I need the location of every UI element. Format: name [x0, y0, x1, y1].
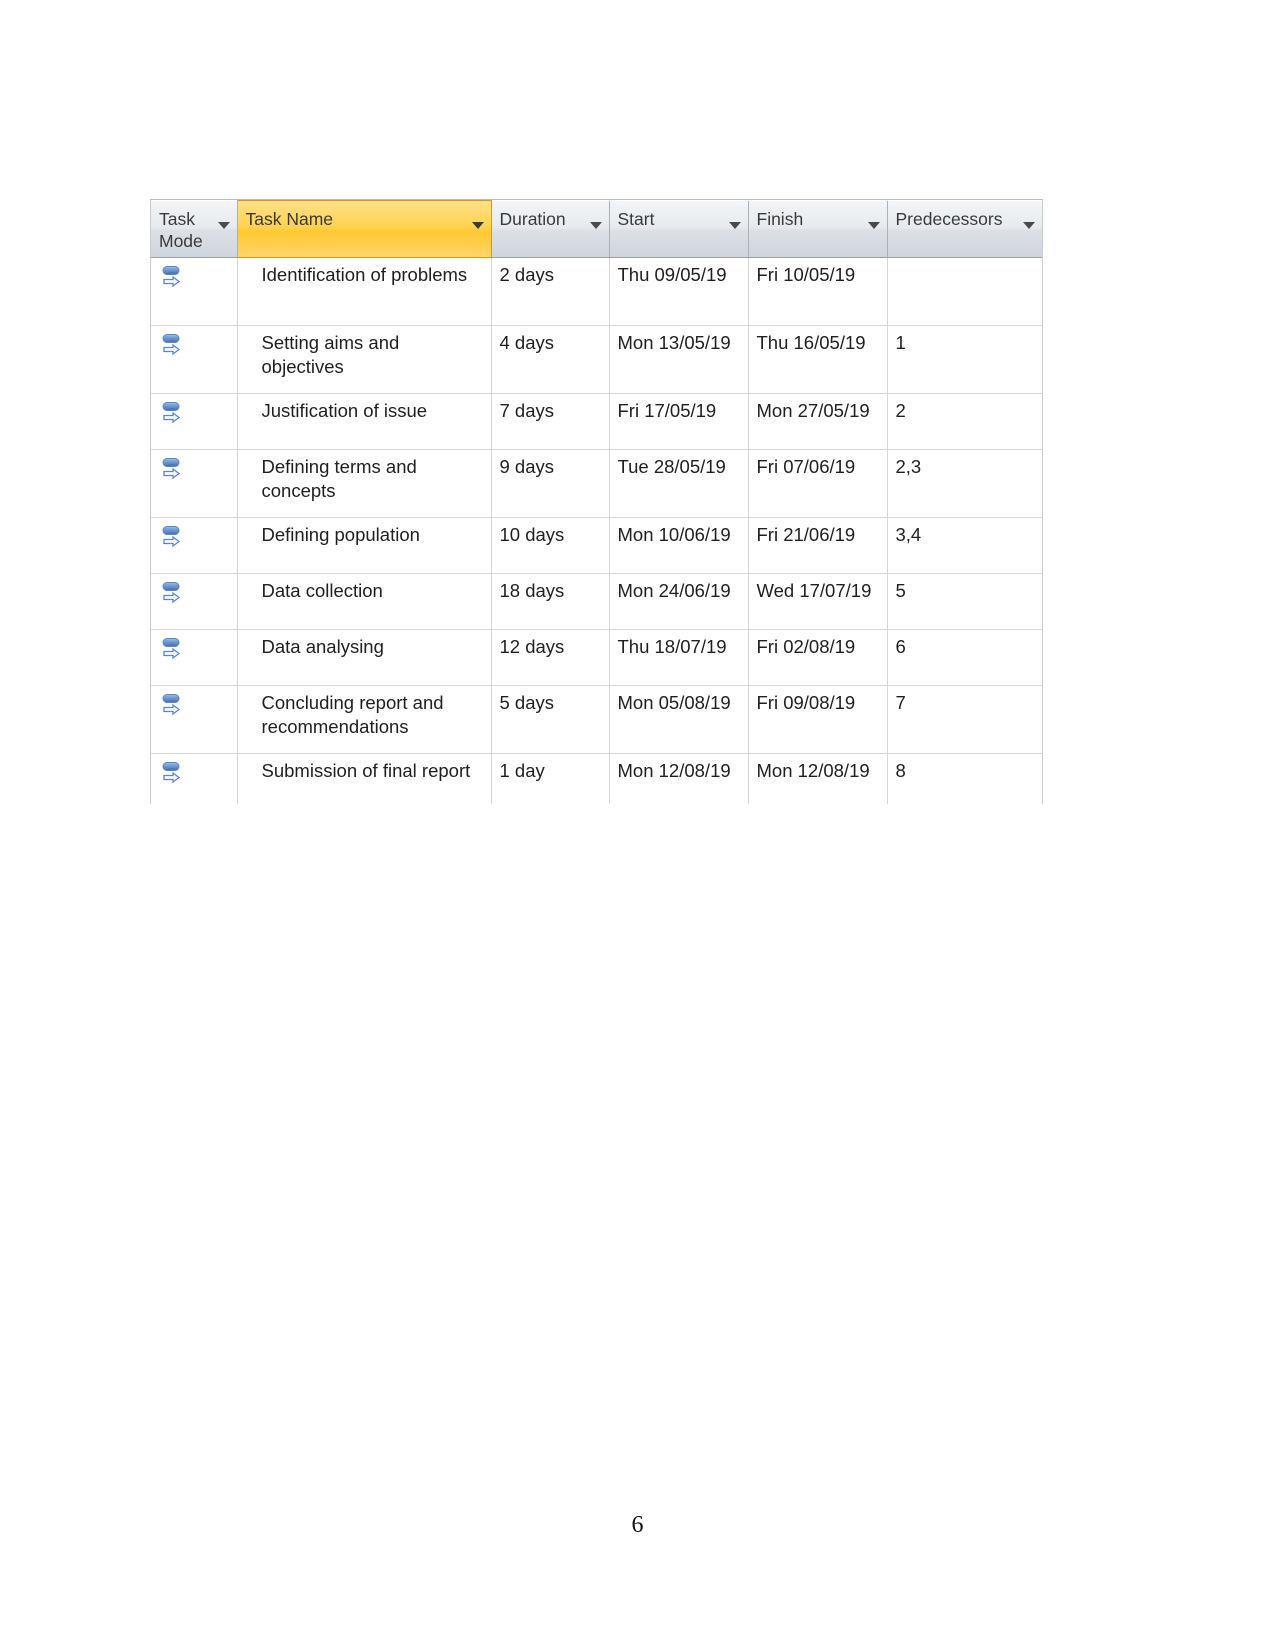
cell-predecessors[interactable]: 6	[887, 629, 1042, 686]
column-header-label: Predecessors	[895, 208, 1003, 229]
cell-task-mode[interactable]	[151, 629, 238, 686]
filter-dropdown-arrow-icon[interactable]	[217, 221, 230, 229]
table-row[interactable]: Identification of problems 2 days Thu 09/0…	[151, 257, 1042, 326]
cell-task-mode[interactable]	[151, 685, 238, 754]
column-header-start[interactable]: Start	[609, 200, 749, 258]
project-task-table-figure: Task Mode Task Name Duration Start Finish Pre…	[150, 199, 1043, 804]
page-number: 6	[631, 1512, 644, 1538]
cell-task-mode[interactable]	[151, 517, 238, 574]
cell-finish[interactable]: Fri 07/06/19	[748, 449, 888, 518]
cell-finish[interactable]: Thu 16/05/19	[748, 325, 888, 394]
table-row[interactable]: Data collection 18 days Mon 24/06/19 Wed 17…	[151, 573, 1042, 630]
cell-start[interactable]: Mon 05/08/19	[609, 685, 749, 754]
cell-duration[interactable]: 18 days	[491, 573, 610, 630]
cell-predecessors[interactable]: 7	[887, 685, 1042, 754]
table-body: Identification of problems 2 days Thu 09/0…	[151, 257, 1042, 804]
cell-task-name[interactable]: Submission of final report	[237, 753, 492, 804]
cell-predecessors[interactable]: 2,3	[887, 449, 1042, 518]
cell-predecessors[interactable]: 5	[887, 573, 1042, 630]
cell-task-name[interactable]: Defining population	[237, 517, 492, 574]
cell-task-mode[interactable]	[151, 573, 238, 630]
cell-predecessors[interactable]: 3,4	[887, 517, 1042, 574]
cell-duration[interactable]: 7 days	[491, 393, 610, 450]
cell-start[interactable]: Mon 12/08/19	[609, 753, 749, 804]
cell-duration[interactable]: 1 day	[491, 753, 610, 804]
cell-predecessors[interactable]	[887, 257, 1042, 326]
table-row[interactable]: Justification of issue 7 days Fri 17/05/19…	[151, 393, 1042, 450]
column-header-finish[interactable]: Finish	[748, 200, 888, 258]
column-header-label: Task Mode	[159, 208, 203, 251]
cell-finish[interactable]: Mon 12/08/19	[748, 753, 888, 804]
column-header-label: Start	[617, 208, 655, 229]
cell-start[interactable]: Thu 18/07/19	[609, 629, 749, 686]
cell-predecessors[interactable]: 1	[887, 325, 1042, 394]
column-header-label: Finish	[756, 208, 804, 229]
column-header-task_mode[interactable]: Task Mode	[151, 200, 238, 258]
table-row[interactable]: Defining terms and concepts 9 days Tue 28/…	[151, 449, 1042, 518]
column-header-predecessors[interactable]: Predecessors	[887, 200, 1042, 258]
cell-finish[interactable]: Fri 10/05/19	[748, 257, 888, 326]
table-row[interactable]: Submission of final report 1 day Mon 12/08…	[151, 753, 1042, 804]
cell-start[interactable]: Thu 09/05/19	[609, 257, 749, 326]
cell-finish[interactable]: Fri 21/06/19	[748, 517, 888, 574]
cell-start[interactable]: Mon 10/06/19	[609, 517, 749, 574]
cell-duration[interactable]: 9 days	[491, 449, 610, 518]
cell-task-name[interactable]: Justification of issue	[237, 393, 492, 450]
cell-start[interactable]: Mon 24/06/19	[609, 573, 749, 630]
cell-finish[interactable]: Mon 27/05/19	[748, 393, 888, 450]
auto-scheduled-icon	[151, 579, 237, 609]
cell-start[interactable]: Tue 28/05/19	[609, 449, 749, 518]
auto-scheduled-icon	[151, 331, 237, 361]
cell-task-name[interactable]: Data analysing	[237, 629, 492, 686]
auto-scheduled-icon	[151, 455, 237, 485]
auto-scheduled-icon	[151, 263, 237, 293]
cell-task-name[interactable]: Defining terms and concepts	[237, 449, 492, 518]
cell-finish[interactable]: Wed 17/07/19	[748, 573, 888, 630]
document-page: Task Mode Task Name Duration Start Finish Pre…	[0, 0, 1275, 1651]
cell-duration[interactable]: 2 days	[491, 257, 610, 326]
cell-predecessors[interactable]: 2	[887, 393, 1042, 450]
column-header-duration[interactable]: Duration	[491, 200, 610, 258]
auto-scheduled-icon	[151, 635, 237, 665]
cell-duration[interactable]: 4 days	[491, 325, 610, 394]
cell-start[interactable]: Mon 13/05/19	[609, 325, 749, 394]
cell-finish[interactable]: Fri 02/08/19	[748, 629, 888, 686]
filter-dropdown-arrow-icon[interactable]	[867, 221, 880, 229]
cell-task-mode[interactable]	[151, 257, 238, 326]
auto-scheduled-icon	[151, 523, 237, 553]
cell-task-mode[interactable]	[151, 753, 238, 804]
cell-task-mode[interactable]	[151, 393, 238, 450]
column-header-label: Task Name	[245, 209, 334, 229]
cell-start[interactable]: Fri 17/05/19	[609, 393, 749, 450]
cell-task-mode[interactable]	[151, 449, 238, 518]
filter-dropdown-arrow-icon[interactable]	[1023, 221, 1035, 229]
filter-dropdown-arrow-icon[interactable]	[589, 221, 602, 229]
cell-task-name[interactable]: Identification of problems	[237, 257, 492, 326]
cell-task-name[interactable]: Data collection	[237, 573, 492, 630]
cell-duration[interactable]: 12 days	[491, 629, 610, 686]
table-row[interactable]: Concluding report and recommendations 5 d…	[151, 685, 1042, 754]
auto-scheduled-icon	[151, 691, 237, 721]
filter-dropdown-arrow-icon[interactable]	[728, 221, 741, 229]
table-row[interactable]: Data analysing 12 days Thu 18/07/19 Fri 02/…	[151, 629, 1042, 686]
column-header-task_name[interactable]: Task Name	[236, 200, 492, 258]
cell-finish[interactable]: Fri 09/08/19	[748, 685, 888, 754]
cell-task-name[interactable]: Concluding report and recommendations	[237, 685, 492, 754]
cell-task-mode[interactable]	[151, 325, 238, 394]
cell-predecessors[interactable]: 8	[887, 753, 1042, 804]
cell-duration[interactable]: 10 days	[491, 517, 610, 574]
column-header-label: Duration	[499, 208, 566, 229]
table-row[interactable]: Setting aims and objectives 4 days Mon 13/…	[151, 325, 1042, 394]
table-row[interactable]: Defining population 10 days Mon 10/06/19 Fr…	[151, 517, 1042, 574]
auto-scheduled-icon	[151, 759, 237, 789]
filter-dropdown-arrow-icon[interactable]	[471, 222, 484, 229]
cell-duration[interactable]: 5 days	[491, 685, 610, 754]
table-header-row: Task Mode Task Name Duration Start Finish Pre…	[151, 200, 1042, 258]
cell-task-name[interactable]: Setting aims and objectives	[237, 325, 492, 394]
project-task-table: Task Mode Task Name Duration Start Finish Pre…	[151, 200, 1042, 804]
auto-scheduled-icon	[151, 399, 237, 429]
